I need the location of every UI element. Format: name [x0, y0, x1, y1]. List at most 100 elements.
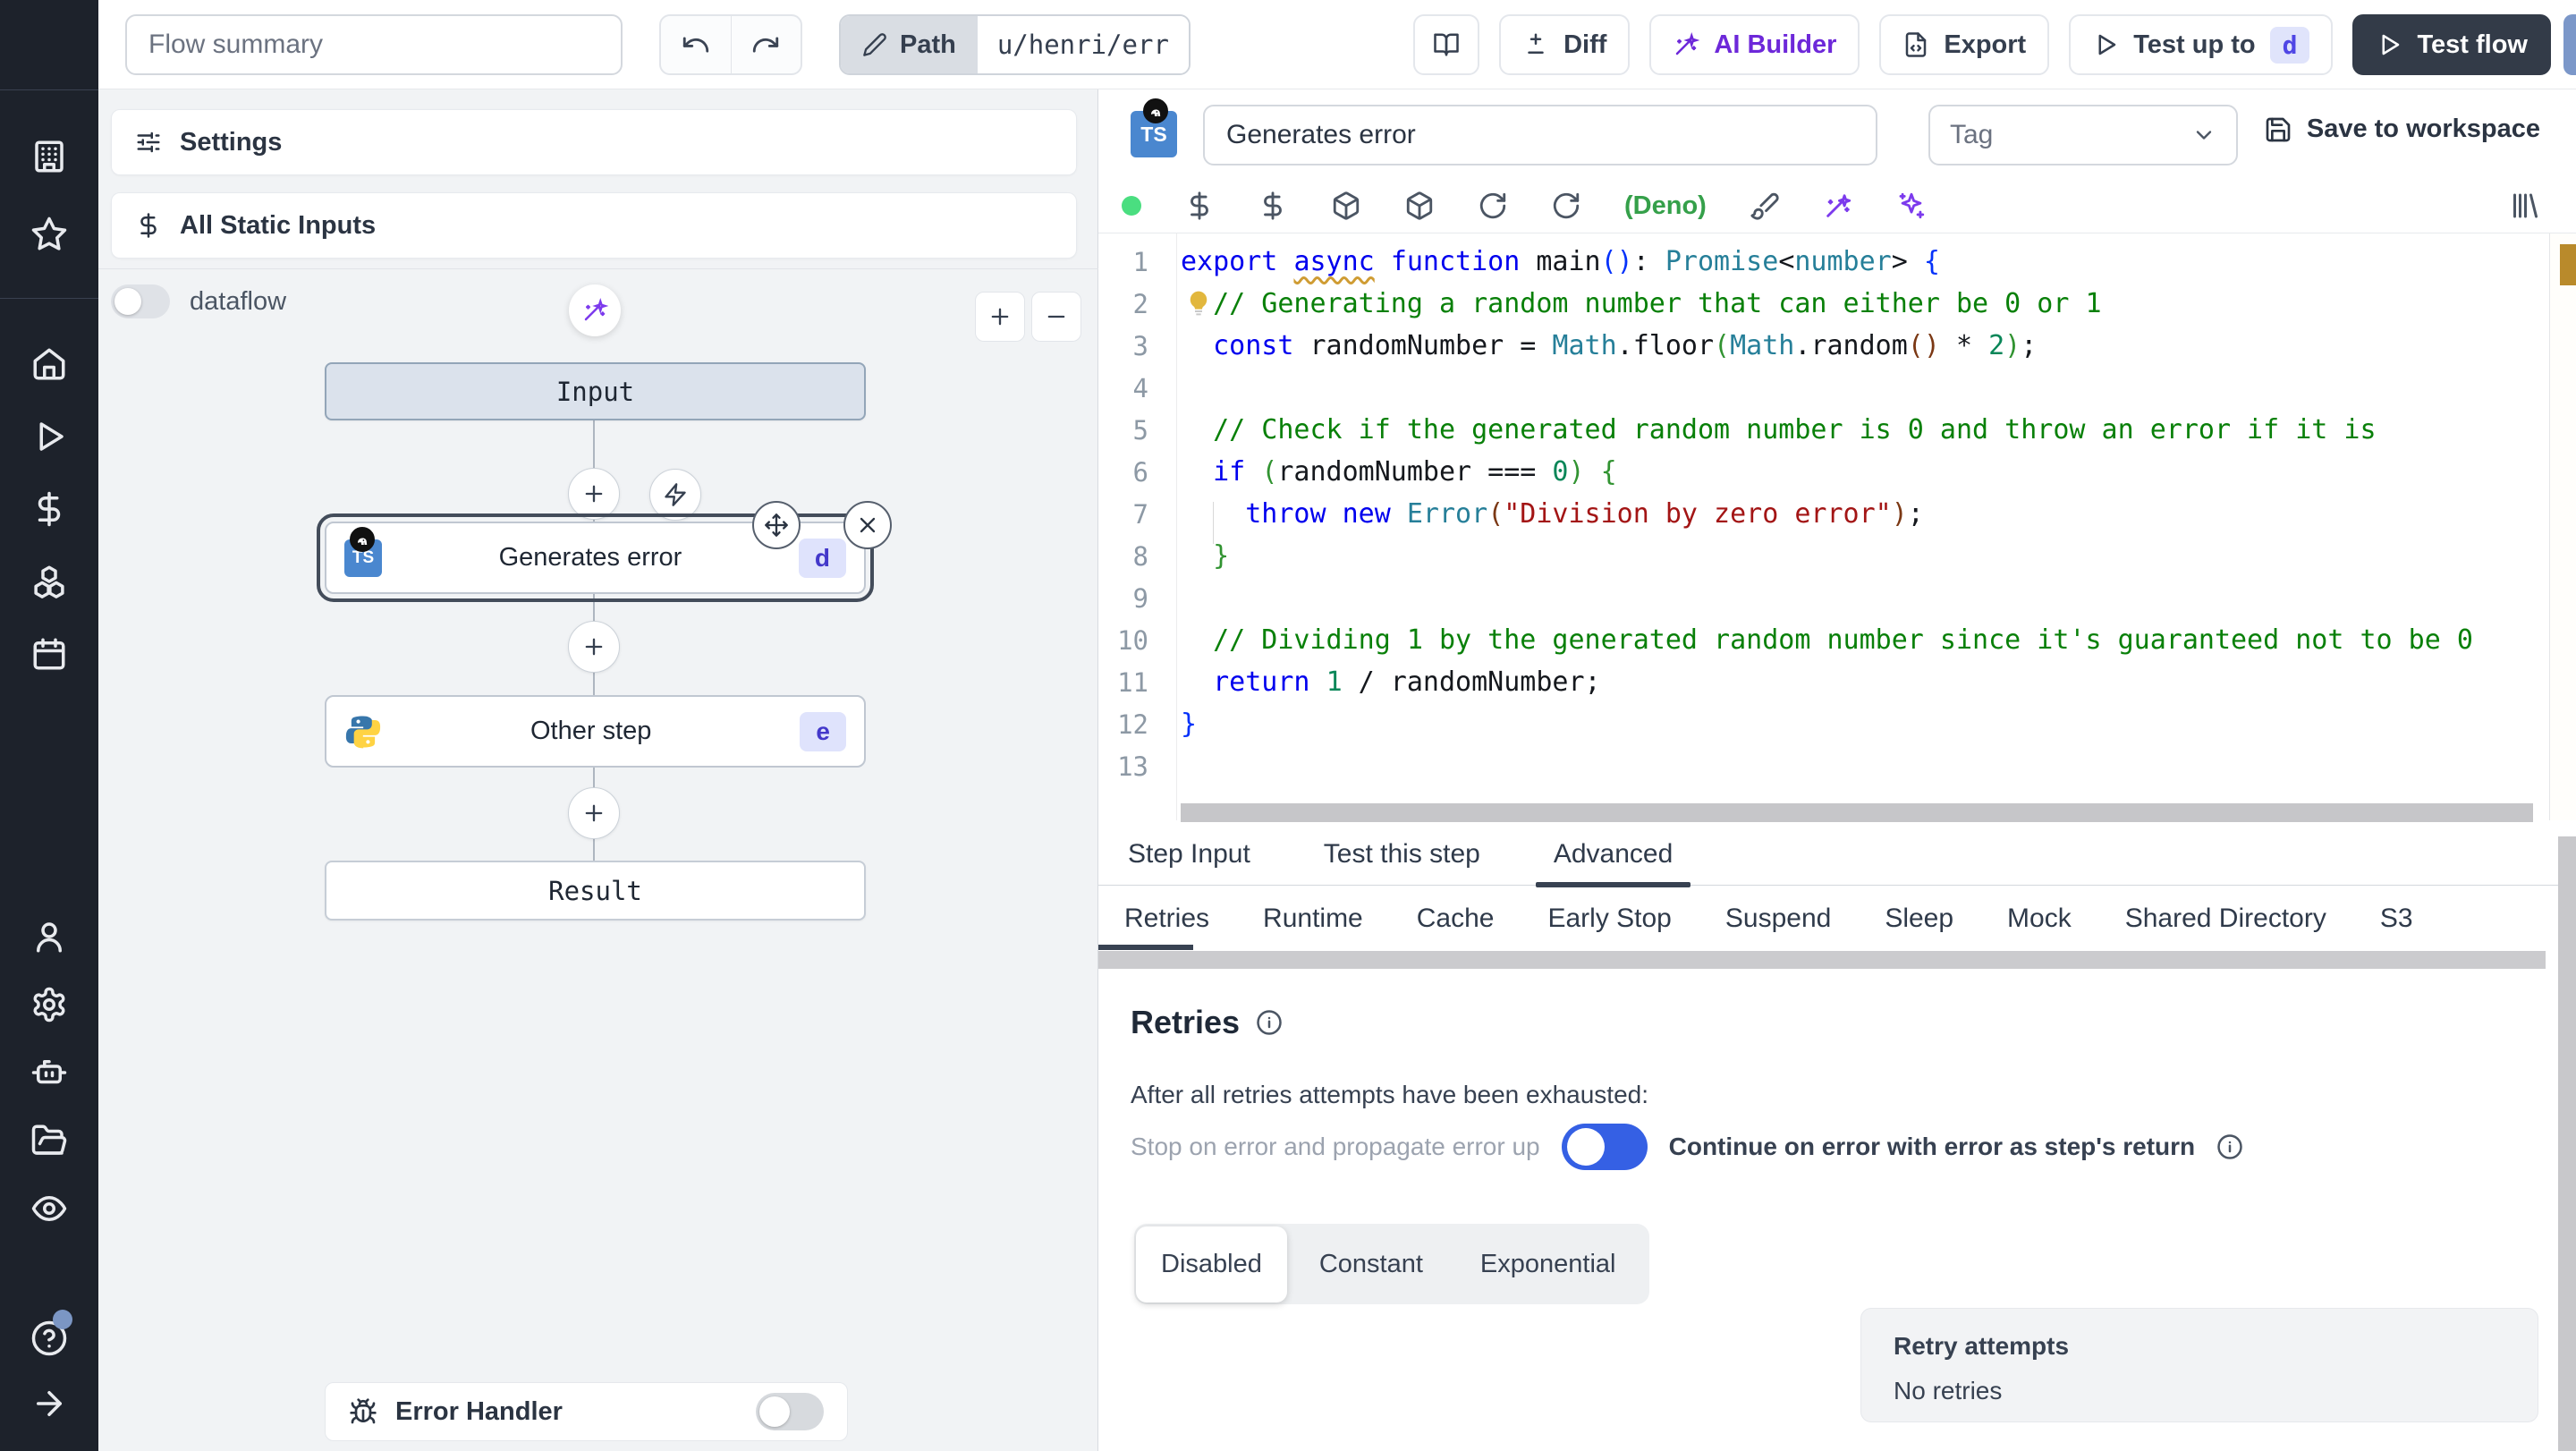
- add-step-button[interactable]: [568, 787, 620, 839]
- brush-icon[interactable]: [1750, 191, 1780, 221]
- subtab-s3[interactable]: S3: [2380, 887, 2413, 950]
- code-line-6[interactable]: 6 if (randomNumber === 0) {: [1098, 451, 2547, 493]
- retry-strategy-disabled[interactable]: Disabled: [1136, 1226, 1287, 1303]
- subtab-retries[interactable]: Retries: [1097, 887, 1209, 950]
- code-line-5[interactable]: 5 // Check if the generated random numbe…: [1098, 409, 2547, 451]
- dollar-icon[interactable]: [1184, 191, 1215, 221]
- zoom-in-button[interactable]: [975, 292, 1025, 342]
- flow-settings-button[interactable]: Settings: [111, 109, 1077, 175]
- building-icon[interactable]: [24, 132, 74, 182]
- code-line-12[interactable]: 12}: [1098, 703, 2547, 745]
- tag-select[interactable]: Tag: [1928, 105, 2238, 165]
- all-static-inputs-button[interactable]: All Static Inputs: [111, 192, 1077, 259]
- info-icon[interactable]: [1256, 1009, 1283, 1036]
- robot-icon[interactable]: [24, 1048, 74, 1098]
- add-step-button[interactable]: [568, 621, 620, 673]
- code-line-4[interactable]: 4: [1098, 367, 2547, 409]
- flow-input-node[interactable]: Input: [325, 362, 866, 420]
- redo-button[interactable]: [730, 16, 801, 73]
- dollar-icon[interactable]: [24, 484, 74, 534]
- code-line-7[interactable]: 7 throw new Error("Division by zero erro…: [1098, 493, 2547, 535]
- step-name-input[interactable]: [1203, 105, 1877, 165]
- dataflow-toggle[interactable]: [111, 284, 170, 318]
- path-control[interactable]: Path u/henri/err: [839, 14, 1191, 75]
- code-line-10[interactable]: 10 // Dividing 1 by the generated random…: [1098, 619, 2547, 661]
- flow-ai-wand-button[interactable]: [569, 284, 621, 336]
- star-icon[interactable]: [24, 209, 74, 259]
- zoom-out-button[interactable]: [1031, 292, 1081, 342]
- undo-button[interactable]: [661, 16, 731, 73]
- ai-builder-button[interactable]: AI Builder: [1649, 14, 1860, 75]
- save-to-workspace-button[interactable]: Save to workspace: [2264, 115, 2540, 144]
- subtab-sleep[interactable]: Sleep: [1885, 887, 1953, 950]
- rotate-icon[interactable]: [1551, 191, 1581, 221]
- move-step-button[interactable]: [752, 501, 801, 549]
- code-editor[interactable]: 1 export async function main(): Promise<n…: [1098, 233, 2576, 823]
- deno-icon: [350, 526, 375, 552]
- folder-icon[interactable]: [24, 1116, 74, 1166]
- export-button[interactable]: Export: [1879, 14, 2050, 75]
- package-icon[interactable]: [1331, 191, 1361, 221]
- delete-step-button[interactable]: [843, 501, 892, 549]
- tab-step-input[interactable]: Step Input: [1123, 823, 1256, 886]
- path-value[interactable]: u/henri/err: [977, 16, 1189, 73]
- help-icon[interactable]: [24, 1310, 74, 1363]
- step-label: Generates error: [498, 543, 682, 572]
- info-icon[interactable]: [2216, 1133, 2243, 1160]
- retry-strategy-exponential[interactable]: Exponential: [1455, 1250, 1641, 1279]
- test-flow-button[interactable]: Test flow: [2352, 14, 2551, 75]
- diff-button[interactable]: Diff: [1499, 14, 1631, 75]
- wand-icon[interactable]: [1823, 191, 1853, 221]
- home-icon[interactable]: [24, 339, 74, 389]
- sparkles-icon[interactable]: [1896, 191, 1927, 221]
- package-icon[interactable]: [1404, 191, 1435, 221]
- line-number: 11: [1117, 666, 1148, 698]
- subtab-mock[interactable]: Mock: [2007, 887, 2072, 950]
- code-line-1[interactable]: 1 export async function main(): Promise<n…: [1098, 241, 2547, 283]
- docs-button[interactable]: [1413, 14, 1480, 75]
- gear-icon[interactable]: [24, 980, 74, 1030]
- add-trigger-button[interactable]: [649, 469, 701, 521]
- code-line-3[interactable]: 3 const randomNumber = Math.floor(Math.r…: [1098, 325, 2547, 367]
- test-up-to-step-badge: d: [2269, 26, 2310, 64]
- flow-summary-input[interactable]: [125, 14, 623, 75]
- path-edit-button[interactable]: Path: [841, 16, 978, 73]
- subtab-early-stop[interactable]: Early Stop: [1547, 887, 1671, 950]
- play-icon[interactable]: [24, 412, 74, 462]
- error-handler-toggle[interactable]: [756, 1393, 824, 1430]
- windmill-logo-icon[interactable]: [21, 18, 77, 73]
- add-step-button[interactable]: [568, 468, 620, 520]
- code-line-11[interactable]: 11 return 1 / randomNumber;: [1098, 661, 2547, 703]
- code-line-9[interactable]: 9: [1098, 577, 2547, 619]
- cubes-icon[interactable]: [24, 556, 74, 607]
- eye-icon[interactable]: [24, 1184, 74, 1234]
- arrow-right-icon[interactable]: [24, 1379, 74, 1429]
- error-handler-card[interactable]: Error Handler: [325, 1382, 848, 1441]
- test-up-to-button[interactable]: Test up to d: [2069, 14, 2334, 75]
- editor-horizontal-scrollbar[interactable]: [1181, 803, 2533, 822]
- lightbulb-icon[interactable]: [1184, 289, 1213, 318]
- deploy-button-partial[interactable]: [2563, 14, 2576, 75]
- deno-icon: [1143, 98, 1168, 123]
- code-line-2[interactable]: 2 // Generating a random number that can…: [1098, 283, 2547, 325]
- code-line-13[interactable]: 13: [1098, 745, 2547, 787]
- line-number: 12: [1117, 709, 1148, 740]
- flow-step-other-step[interactable]: Other step e: [325, 695, 866, 768]
- subtab-cache[interactable]: Cache: [1417, 887, 1495, 950]
- library-icon[interactable]: [2508, 190, 2540, 222]
- flow-result-node[interactable]: Result: [325, 861, 866, 921]
- calendar-icon[interactable]: [24, 629, 74, 679]
- panel-vertical-scrollbar[interactable]: [2558, 836, 2576, 1451]
- error-behavior-toggle[interactable]: [1561, 1124, 1648, 1170]
- subtab-suspend[interactable]: Suspend: [1725, 887, 1831, 950]
- user-icon[interactable]: [24, 912, 74, 962]
- subtab-shared-directory[interactable]: Shared Directory: [2125, 887, 2326, 950]
- subtab-runtime[interactable]: Runtime: [1263, 887, 1363, 950]
- code-line-8[interactable]: 8 }: [1098, 535, 2547, 577]
- tab-test-this-step[interactable]: Test this step: [1318, 823, 1486, 886]
- subtabs-scrollbar[interactable]: [1098, 951, 2546, 969]
- dollar-icon[interactable]: [1258, 191, 1288, 221]
- tab-advanced[interactable]: Advanced: [1535, 823, 1691, 887]
- retry-strategy-constant[interactable]: Constant: [1294, 1250, 1448, 1279]
- rotate-icon[interactable]: [1478, 191, 1508, 221]
